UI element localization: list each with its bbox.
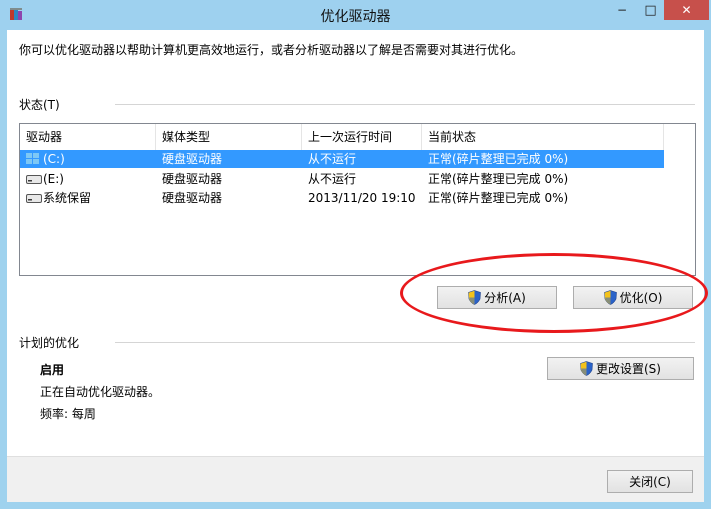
row-media-type: 硬盘驱动器 (162, 152, 223, 166)
column-header-last-run[interactable]: 上一次运行时间 (302, 124, 422, 150)
title-bar[interactable]: 优化驱动器 − □ ✕ (0, 0, 711, 30)
column-header-media-type[interactable]: 媒体类型 (156, 124, 302, 150)
minimize-button[interactable]: − (607, 0, 637, 20)
row-drive-name: (E:) (43, 172, 64, 186)
schedule-divider (115, 342, 695, 343)
close-icon: ✕ (681, 3, 692, 17)
close-button-label: 关闭(C) (629, 475, 671, 489)
list-row-system-reserved[interactable]: 系统保留 硬盘驱动器 2013/11/20 19:10 正常(碎片整理已完成 0… (20, 189, 664, 207)
status-section-label: 状态(T) (19, 98, 60, 112)
row-status: 正常(碎片整理已完成 0%) (428, 191, 569, 205)
maximize-button[interactable]: □ (637, 0, 664, 20)
row-media-type: 硬盘驱动器 (162, 172, 223, 186)
hard-drive-icon (26, 194, 42, 203)
row-last-run: 从不运行 (308, 152, 357, 166)
row-media-type: 硬盘驱动器 (162, 191, 223, 205)
row-drive-name: 系统保留 (43, 191, 92, 205)
windows-drive-icon (26, 153, 39, 164)
schedule-section-label: 计划的优化 (19, 336, 80, 350)
close-window-button[interactable]: ✕ (664, 0, 709, 20)
schedule-state: 启用 (40, 363, 65, 377)
schedule-description: 正在自动优化驱动器。 (40, 385, 161, 399)
optimize-drives-window: 优化驱动器 − □ ✕ 你可以优化驱动器以帮助计算机更高效地运行，或者分析驱动器… (0, 0, 711, 509)
row-last-run: 从不运行 (308, 172, 357, 186)
row-last-run: 2013/11/20 19:10 (308, 191, 416, 205)
column-header-current-status[interactable]: 当前状态 (422, 124, 664, 150)
maximize-icon: □ (644, 2, 657, 18)
window-title: 优化驱动器 (320, 9, 391, 25)
minimize-icon: − (616, 3, 628, 17)
list-header: 驱动器 媒体类型 上一次运行时间 当前状态 (20, 124, 695, 150)
schedule-frequency: 频率: 每周 (40, 407, 96, 421)
dialog-footer: 关闭(C) (7, 456, 704, 502)
intro-text: 你可以优化驱动器以帮助计算机更高效地运行，或者分析驱动器以了解是否需要对其进行优… (19, 43, 524, 57)
row-status: 正常(碎片整理已完成 0%) (428, 152, 569, 166)
uac-shield-icon (580, 361, 593, 376)
row-status: 正常(碎片整理已完成 0%) (428, 172, 569, 186)
row-drive-name: (C:) (43, 152, 65, 166)
drives-list[interactable]: 驱动器 媒体类型 上一次运行时间 当前状态 (C:) 硬盘驱动器 从不运行 正常… (19, 123, 696, 276)
hard-drive-icon (26, 175, 42, 184)
close-button[interactable]: 关闭(C) (607, 470, 693, 493)
list-row-e-drive[interactable]: (E:) 硬盘驱动器 从不运行 正常(碎片整理已完成 0%) (20, 170, 664, 188)
change-settings-button[interactable]: 更改设置(S) (547, 357, 694, 380)
change-settings-label: 更改设置(S) (596, 362, 661, 376)
column-header-drive[interactable]: 驱动器 (20, 124, 156, 150)
red-annotation-ellipse (400, 253, 708, 333)
status-divider (115, 104, 695, 105)
list-row-c-drive[interactable]: (C:) 硬盘驱动器 从不运行 正常(碎片整理已完成 0%) (20, 150, 664, 168)
